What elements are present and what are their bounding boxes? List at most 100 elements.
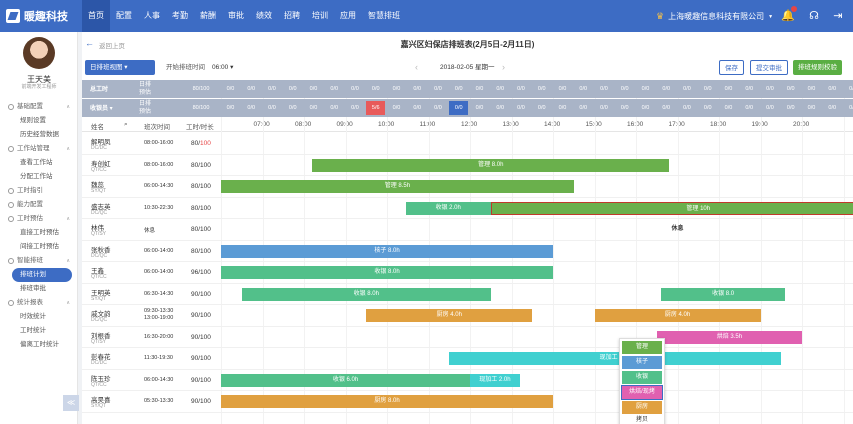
nav-item[interactable]: 首页 [82,0,110,32]
shift-bar[interactable]: 厨房 8.0h [221,395,553,408]
context-menu-item[interactable]: 烘焙/现烤 [621,385,663,400]
sidebar-item[interactable]: 间接工时预估 [0,240,78,254]
employee-position: SY/QT [91,403,107,409]
logo-icon [6,9,20,23]
shift-bar[interactable]: 管理 10h [490,201,853,215]
sidebar-group[interactable]: 工作站管理 ∧ [0,142,78,156]
shift-time: 06:30-14:30 [144,290,174,297]
summary-cell: 0/0 [558,105,567,111]
shift-bar[interactable]: 厨房 4.0h [366,309,533,322]
group-icon [8,202,14,208]
sidebar-group[interactable]: 统计报表 ∧ [0,296,78,310]
sidebar-item[interactable]: 偏离工时统计 [0,338,78,352]
shift-bar[interactable]: 收银 6.0h [221,373,470,387]
employee-position: QT/CC [91,166,107,173]
shift-bar[interactable]: 烘焙 3.5h [656,330,802,344]
app-logo[interactable]: 暖趣科技 [6,8,68,24]
headset-icon[interactable]: ☊ [806,8,822,24]
save-button[interactable]: 保存 [719,60,744,75]
shift-column-header: 班次时间 [144,124,170,131]
sidebar-group-label: 统计报表 [17,299,43,306]
summary-label[interactable]: 总工时 [90,84,108,93]
sidebar-item[interactable]: 分配工作站 [0,170,78,184]
summary-sub-label: 预估 [139,90,152,96]
summary-label[interactable]: 收银员 ▾ [90,103,113,112]
summary-cell: 0/0 [496,105,505,111]
context-menu-item[interactable]: 管理 [622,341,662,354]
nav-item[interactable]: 智慧排班 [362,0,406,32]
company-selector[interactable]: ♛ 上海暖趣信息科技有限公司 ▼ [656,11,773,22]
sidebar-group-label: 工时指引 [17,187,43,194]
search-icon[interactable]: ⌕ [124,121,128,129]
summary-cell: 0/0 [786,105,795,111]
shift-bar[interactable]: 管理 8.5h [221,180,574,193]
summary-total: 80/100 [192,86,210,92]
start-time-select[interactable]: 06:00 ▾ [212,60,233,75]
summary-cell: 0/0 [288,86,297,92]
nav-item[interactable]: 考勤 [166,0,194,32]
context-menu-item[interactable]: 拷贝 [620,414,664,424]
nav-item[interactable]: 薪酬 [194,0,222,32]
summary-cell: 0/0 [475,86,484,92]
view-select[interactable]: 日排班视图 ▾ [85,60,155,75]
summary-cell: 0/0 [517,105,525,111]
nav-item[interactable]: 审批 [222,0,250,32]
context-menu-item[interactable]: 核子 [622,356,662,369]
shift-bar[interactable]: 收银 8.0h [221,266,553,279]
avatar[interactable] [23,37,55,69]
context-menu-item[interactable]: 收银 [622,371,662,384]
nav-item[interactable]: 招聘 [278,0,306,32]
table-row[interactable]: 林伟 QT/SY 休息 80/100 [82,219,853,241]
sidebar-item[interactable]: 排班审批 [0,282,78,296]
summary-sub-labels: 日排 预估 [139,100,151,116]
context-menu-item[interactable]: 厨房 [622,401,662,414]
summary-cell: 0/0 [268,86,276,92]
sidebar-group[interactable]: 智能排班 ∧ [0,254,78,268]
collapse-sidebar-button[interactable]: ≪ [63,395,79,411]
summary-cell: 0/0 [558,86,567,92]
shift-bar[interactable]: 现加工 8.0h [449,352,782,365]
sidebar-item[interactable]: 历史经营数据 [0,128,78,142]
summary-cell: 0/0 [226,105,235,111]
shift-bar[interactable]: 管理 8.0h [312,158,670,172]
shift-bar[interactable]: 收银 8.0h [241,287,491,301]
shift-bar[interactable]: 厨房 4.0h [594,309,761,322]
submit-approval-button[interactable]: 提交审批 [750,60,788,75]
sidebar-item[interactable]: 排班计划 [12,268,72,282]
current-date: 2018-02-05 星期一 [440,64,495,71]
summary-cell: 0/0 [849,86,853,92]
rule-check-button[interactable]: 排班规则校验 [793,60,842,75]
sidebar-group-label: 能力配置 [17,201,43,208]
sidebar-group[interactable]: 能力配置 [0,198,78,212]
summary-cell: 0/0 [745,105,754,111]
nav-item[interactable]: 培训 [306,0,334,32]
sidebar-group[interactable]: 工时指引 [0,184,78,198]
sidebar-group[interactable]: 工时预估 ∧ [0,212,78,226]
sidebar-group[interactable]: 基础配置 ∧ [0,100,78,114]
table-row[interactable]: 解明凤 DC/DC 08:00-16:00 80/100 [82,133,853,155]
sidebar-group-label: 工作站管理 [17,145,50,152]
shift-bar[interactable]: 收银 2.0h [405,201,491,215]
shift-bar[interactable]: 现加工 2.0h [470,373,520,387]
sidebar-item[interactable]: 直接工时预估 [0,226,78,240]
logout-icon[interactable]: ⇥ [830,8,846,24]
nav-item[interactable]: 绩效 [250,0,278,32]
next-date-button[interactable]: › [502,60,505,75]
nav-item[interactable]: 应用 [334,0,362,32]
summary-cell: 0/0 [537,105,546,111]
sidebar-item[interactable]: 时效统计 [0,310,78,324]
shift-bar[interactable]: 收银 8.0 [660,287,786,301]
prev-date-button[interactable]: ‹ [415,60,418,75]
nav-item[interactable]: 人事 [138,0,166,32]
hours-value: 90/100 [191,376,211,384]
chevron-down-icon: ▼ [768,13,774,20]
shift-bar[interactable]: 核子 8.0h [221,244,553,258]
sidebar-item[interactable]: 工时统计 [0,324,78,338]
sidebar-item[interactable]: 查看工作站 [0,156,78,170]
sidebar-item[interactable]: 规则设置 [0,114,78,128]
hours-over: 100 [200,140,211,147]
nav-item[interactable]: 配置 [110,0,138,32]
summary-cell: 0/0 [662,86,671,92]
summary-cell: 0/0 [496,86,505,92]
summary-cell: 0/0 [579,105,588,111]
